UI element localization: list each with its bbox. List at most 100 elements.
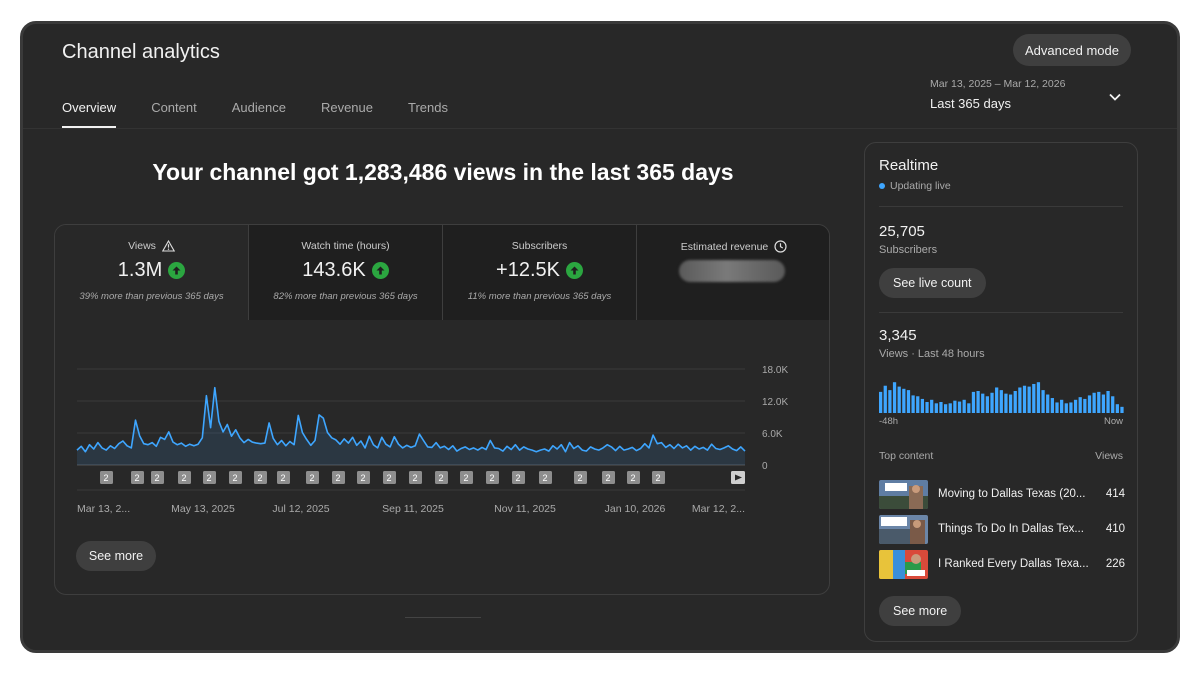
realtime-title: Realtime [879, 157, 939, 174]
annotation-marker-label: 2 [605, 473, 610, 483]
annotation-marker-label: 2 [257, 473, 262, 483]
realtime-views-label: Views · Last 48 hours [879, 348, 985, 360]
annotation-marker-label: 2 [154, 473, 159, 483]
annotation-marker-label: 2 [630, 473, 635, 483]
advanced-mode-button[interactable]: Advanced mode [1013, 34, 1131, 66]
views-line-chart: 18.0K 12.0K 6.0K 0 2 2 2 2 2 2 2 2 2 2 2 2 2 2 2 2 2 2 2 2 2 2 Mar… [76, 365, 788, 515]
divider [879, 206, 1123, 207]
top-content-title: I Ranked Every Dallas Texa... [938, 558, 1088, 570]
realtime-bar [1097, 391, 1101, 413]
top-content-title: Moving to Dallas Texas (20... [938, 488, 1086, 500]
annotation-marker-label: 2 [412, 473, 417, 483]
x-tick-label: Mar 12, 2... [692, 503, 745, 515]
top-content-label: Top content [879, 450, 934, 462]
realtime-bar [1046, 394, 1050, 413]
realtime-bar [1013, 391, 1017, 413]
realtime-bar [1120, 406, 1124, 413]
top-content-views: 226 [1105, 558, 1125, 570]
clock-icon [774, 240, 787, 253]
realtime-subscribers-label: Subscribers [879, 244, 938, 256]
date-range-picker[interactable]: Mar 13, 2025 – Mar 12, 2026 Last 365 day… [930, 78, 1130, 118]
metric-subscribers-value: +12.5K [496, 259, 560, 281]
annotation-marker-label: 2 [134, 473, 139, 483]
top-content-views-header: Views [1095, 450, 1123, 462]
realtime-bar [939, 402, 943, 413]
realtime-bar [999, 390, 1003, 413]
annotation-marker-label: 2 [309, 473, 314, 483]
realtime-bar [967, 403, 971, 413]
realtime-bar [1083, 398, 1087, 413]
tab-overview[interactable]: Overview [62, 100, 117, 128]
realtime-bar [948, 403, 952, 413]
metric-watch-time-value: 143.6K [302, 259, 366, 281]
realtime-bar [1073, 399, 1078, 413]
realtime-bar [1018, 387, 1022, 413]
annotation-marker-label: 2 [463, 473, 468, 483]
realtime-bar [934, 403, 938, 413]
tab-revenue[interactable]: Revenue [321, 100, 373, 128]
realtime-bar [879, 391, 883, 413]
metric-watch-time[interactable]: Watch time (hours) 143.6K 82% more than … [249, 225, 443, 320]
realtime-bar [1032, 383, 1036, 413]
realtime-bar [995, 387, 999, 413]
video-thumbnail [879, 480, 928, 509]
top-content-title: Things To Do In Dallas Tex... [938, 523, 1084, 535]
metric-watch-time-row: 143.6K [249, 259, 442, 282]
realtime-bar [916, 396, 920, 413]
realtime-bar [1027, 386, 1031, 413]
metric-views[interactable]: Views 1.3M 39% more than previous 365 da… [55, 225, 249, 320]
arrow-up-icon [168, 262, 186, 279]
realtime-axis-start: -48h [879, 416, 899, 427]
overview-card: Views 1.3M 39% more than previous 365 da… [54, 224, 830, 595]
metric-watch-time-note: 82% more than previous 365 days [273, 291, 418, 302]
y-tick-label: 6.0K [762, 429, 783, 440]
realtime-bar [981, 393, 985, 413]
arrow-up-icon [371, 262, 389, 279]
realtime-status-text: Updating live [890, 180, 951, 192]
realtime-bar [1106, 391, 1110, 413]
analytics-window: Channel analytics Advanced mode Overview… [20, 21, 1180, 653]
tab-trends[interactable]: Trends [408, 100, 448, 128]
revenue-hidden-value [679, 260, 785, 282]
tab-audience[interactable]: Audience [232, 100, 286, 128]
realtime-bar [1111, 396, 1115, 413]
realtime-bar [902, 388, 906, 413]
page-title: Channel analytics [62, 41, 220, 63]
realtime-bar [1092, 392, 1096, 413]
realtime-bar-chart [879, 382, 1124, 413]
annotation-marker-label: 2 [181, 473, 186, 483]
views-headline: Your channel got 1,283,486 views in the … [152, 159, 734, 185]
top-content-row[interactable]: Moving to Dallas Texas (20... 414 [879, 480, 1125, 510]
annotation-marker-label: 2 [655, 473, 660, 483]
x-tick-label: Jul 12, 2025 [272, 503, 329, 515]
realtime-bar [1041, 390, 1045, 413]
x-tick-label: Mar 13, 2... [77, 503, 130, 515]
metric-views-row: 1.3M [55, 259, 248, 282]
tab-content[interactable]: Content [151, 100, 197, 128]
top-content-row[interactable]: I Ranked Every Dallas Texa... 226 [879, 550, 1125, 580]
realtime-see-more-button[interactable]: See more [879, 596, 962, 626]
metric-subscribers-label: Subscribers [511, 240, 568, 252]
annotation-marker-label: 2 [280, 473, 285, 483]
realtime-bar [953, 400, 957, 413]
realtime-bar [1022, 385, 1027, 413]
realtime-bar [1004, 393, 1008, 413]
metric-revenue[interactable]: Estimated revenue [637, 225, 829, 320]
top-content-row[interactable]: Things To Do In Dallas Tex... 410 [879, 515, 1125, 545]
see-live-count-button[interactable]: See live count [879, 268, 986, 298]
realtime-bar [1064, 403, 1068, 413]
see-more-button[interactable]: See more [76, 541, 156, 571]
realtime-bar [971, 391, 976, 413]
realtime-bar [943, 404, 948, 413]
views-area [77, 387, 745, 465]
views-line [76, 386, 746, 453]
metric-subscribers[interactable]: Subscribers +12.5K 11% more than previou… [443, 225, 637, 320]
x-tick-label: Sep 11, 2025 [382, 503, 444, 515]
metric-revenue-label-row: Estimated revenue [637, 240, 829, 253]
annotation-marker-label: 2 [542, 473, 547, 483]
annotation-marker-label: 2 [103, 473, 108, 483]
annotation-marker-label: 2 [386, 473, 391, 483]
x-tick-label: Jan 10, 2026 [605, 503, 666, 515]
realtime-bar [911, 395, 915, 413]
annotation-marker-label: 2 [489, 473, 494, 483]
